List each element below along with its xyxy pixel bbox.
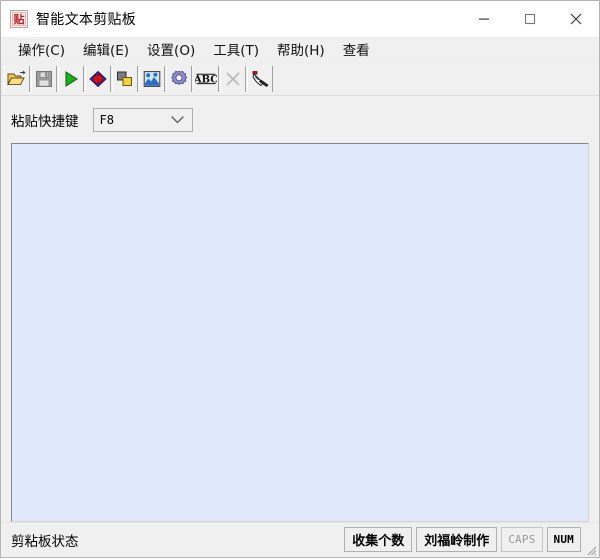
minimize-button[interactable] bbox=[461, 1, 507, 37]
maximize-icon bbox=[524, 13, 536, 25]
shortcut-row: 粘贴快捷键 F8 bbox=[1, 96, 599, 143]
menu-settings[interactable]: 设置(O) bbox=[138, 37, 204, 62]
toolbar-select-button[interactable] bbox=[247, 66, 273, 92]
app-icon-glyph: 贴 bbox=[13, 12, 25, 26]
app-paste-icon: 贴 bbox=[10, 10, 28, 28]
toolbar-settings-button[interactable] bbox=[166, 66, 192, 92]
chevron-down-icon bbox=[170, 115, 184, 124]
window-title: 智能文本剪贴板 bbox=[36, 12, 137, 28]
title-bar: 贴 智能文本剪贴板 bbox=[1, 1, 599, 37]
menu-view[interactable]: 查看 bbox=[334, 37, 379, 62]
close-icon bbox=[570, 13, 582, 25]
toolbar-save-button[interactable] bbox=[31, 66, 57, 92]
delete-cross-icon bbox=[226, 72, 240, 86]
application-window: 贴 智能文本剪贴板 操作(C) 编辑(E) 设置(O) 工具(T) 帮助(H) … bbox=[0, 0, 600, 558]
gear-settings-icon bbox=[171, 70, 188, 85]
status-panel-count: 收集个数 bbox=[344, 527, 413, 552]
abc-spellcheck-icon: ABC bbox=[195, 73, 217, 86]
toolbar-spellcheck-button[interactable]: ABC bbox=[193, 66, 219, 92]
toolbar: ABC bbox=[1, 63, 599, 96]
picture-icon bbox=[143, 71, 161, 87]
paste-shortcut-select[interactable]: F8 bbox=[92, 107, 193, 132]
toolbar-copy-button[interactable] bbox=[112, 66, 138, 92]
stop-record-icon bbox=[89, 70, 107, 88]
resize-grip[interactable] bbox=[583, 541, 597, 556]
menu-tools[interactable]: 工具(T) bbox=[204, 37, 268, 62]
resize-grip-icon bbox=[587, 546, 597, 556]
status-panel-author: 刘福岭制作 bbox=[416, 527, 498, 552]
toolbar-start-button[interactable] bbox=[58, 66, 84, 92]
toolbar-picture-button[interactable] bbox=[139, 66, 165, 92]
clipboard-status-text: 剪粘板状态 bbox=[11, 534, 79, 550]
paste-shortcut-value: F8 bbox=[99, 112, 114, 127]
menu-help[interactable]: 帮助(H) bbox=[268, 37, 334, 62]
toolbar-delete-button[interactable] bbox=[220, 66, 246, 92]
toolbar-stop-button[interactable] bbox=[85, 66, 111, 92]
maximize-button[interactable] bbox=[507, 1, 553, 37]
clipboard-list-area[interactable] bbox=[10, 142, 590, 523]
save-floppy-icon bbox=[36, 71, 52, 87]
status-panel-num: NUM bbox=[546, 527, 581, 552]
minimize-icon bbox=[479, 18, 489, 20]
menu-edit[interactable]: 编辑(E) bbox=[74, 37, 138, 62]
copy-layers-icon bbox=[117, 71, 132, 86]
close-button[interactable] bbox=[553, 1, 599, 37]
status-panel-caps: CAPS bbox=[501, 527, 543, 552]
play-start-icon bbox=[65, 71, 78, 87]
menu-operation[interactable]: 操作(C) bbox=[9, 37, 74, 62]
menu-bar: 操作(C) 编辑(E) 设置(O) 工具(T) 帮助(H) 查看 bbox=[1, 37, 599, 63]
open-folder-icon bbox=[7, 70, 26, 86]
clipboard-list-wrapper bbox=[1, 142, 599, 523]
toolbar-open-button[interactable] bbox=[4, 66, 30, 92]
hand-pointer-icon bbox=[252, 71, 269, 88]
paste-shortcut-label: 粘贴快捷键 bbox=[11, 113, 79, 130]
window-controls bbox=[461, 1, 599, 37]
status-panels: 收集个数 刘福岭制作 CAPS NUM bbox=[340, 527, 581, 552]
status-bar: 剪粘板状态 收集个数 刘福岭制作 CAPS NUM bbox=[1, 522, 599, 557]
